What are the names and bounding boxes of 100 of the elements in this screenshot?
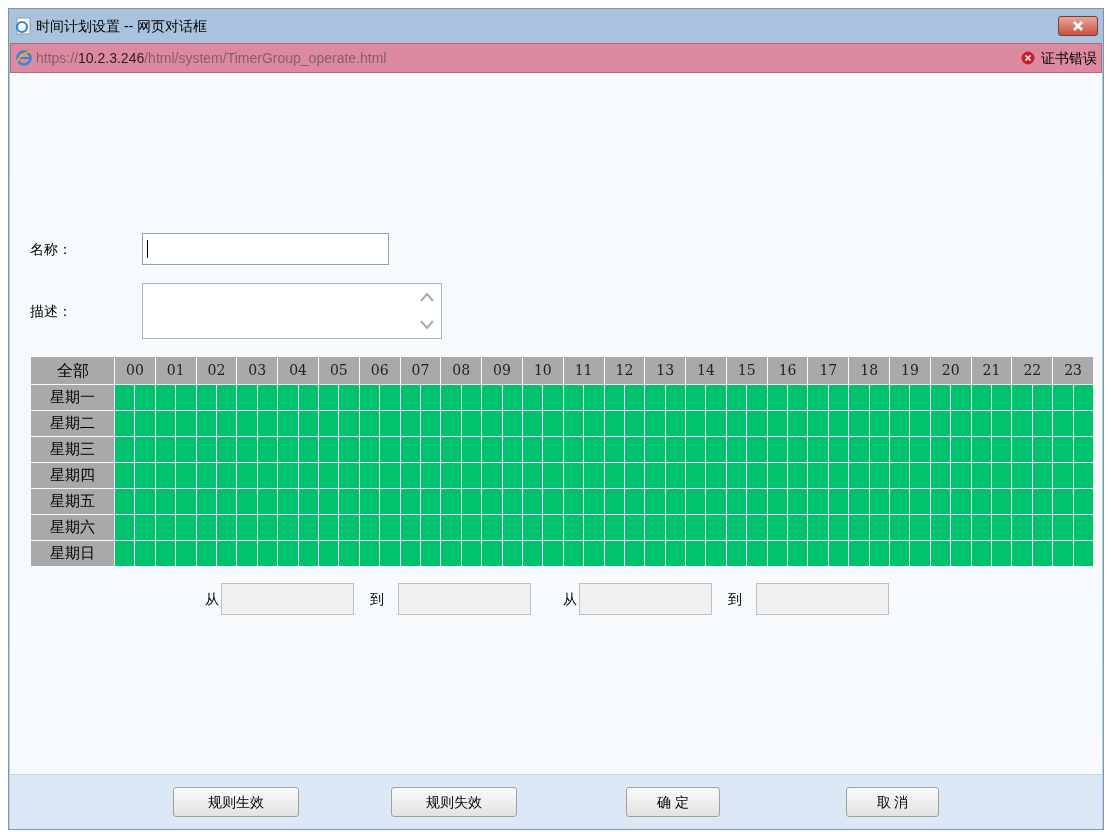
hour-header[interactable]: 02 bbox=[196, 357, 237, 384]
time-slot[interactable] bbox=[563, 463, 584, 488]
time-slot[interactable] bbox=[216, 541, 237, 566]
time-slot[interactable] bbox=[400, 463, 420, 488]
time-slot[interactable] bbox=[563, 437, 584, 462]
time-slot[interactable] bbox=[115, 515, 135, 540]
time-slot[interactable] bbox=[624, 463, 645, 488]
time-slot[interactable] bbox=[359, 463, 380, 488]
select-all-header[interactable]: 全部 bbox=[31, 357, 114, 384]
time-slot[interactable] bbox=[726, 437, 747, 462]
time-slot[interactable] bbox=[115, 411, 135, 436]
time-slot[interactable] bbox=[502, 489, 522, 514]
time-slot[interactable] bbox=[890, 489, 910, 514]
time-slot[interactable] bbox=[788, 463, 808, 488]
time-slot[interactable] bbox=[216, 411, 237, 436]
time-slot[interactable] bbox=[726, 541, 747, 566]
time-slot[interactable] bbox=[726, 515, 747, 540]
time-slot[interactable] bbox=[115, 463, 135, 488]
hour-header[interactable]: 11 bbox=[563, 357, 604, 384]
time-slot[interactable] bbox=[1073, 411, 1093, 436]
time-slot[interactable] bbox=[257, 463, 278, 488]
time-slot[interactable] bbox=[257, 385, 278, 410]
time-slot[interactable] bbox=[828, 463, 849, 488]
hour-header[interactable]: 06 bbox=[359, 357, 400, 384]
time-slot[interactable] bbox=[400, 515, 420, 540]
time-slot[interactable] bbox=[522, 437, 543, 462]
time-slot[interactable] bbox=[828, 541, 849, 566]
time-slot[interactable] bbox=[359, 411, 380, 436]
time-slot[interactable] bbox=[624, 437, 645, 462]
time-slot[interactable] bbox=[767, 515, 788, 540]
time-slot[interactable] bbox=[890, 541, 910, 566]
time-slot[interactable] bbox=[216, 515, 237, 540]
time-slot[interactable] bbox=[216, 385, 237, 410]
time-slot[interactable] bbox=[420, 463, 441, 488]
hour-header[interactable]: 07 bbox=[400, 357, 441, 384]
time-slot[interactable] bbox=[461, 541, 482, 566]
time-slot[interactable] bbox=[726, 489, 747, 514]
time-slot[interactable] bbox=[502, 411, 522, 436]
hour-header[interactable]: 12 bbox=[604, 357, 645, 384]
hour-header[interactable]: 21 bbox=[971, 357, 1012, 384]
time-slot[interactable] bbox=[992, 385, 1012, 410]
time-slot[interactable] bbox=[318, 515, 339, 540]
hour-header[interactable]: 16 bbox=[767, 357, 808, 384]
close-button[interactable] bbox=[1058, 16, 1098, 36]
time-slot[interactable] bbox=[869, 437, 890, 462]
time-slot[interactable] bbox=[298, 463, 318, 488]
time-slot[interactable] bbox=[1032, 463, 1053, 488]
time-slot[interactable] bbox=[461, 463, 482, 488]
time-slot[interactable] bbox=[869, 515, 890, 540]
time-slot[interactable] bbox=[1032, 541, 1053, 566]
time-slot[interactable] bbox=[788, 411, 808, 436]
time-slot[interactable] bbox=[1032, 385, 1053, 410]
time-slot[interactable] bbox=[767, 463, 788, 488]
name-field[interactable] bbox=[142, 233, 389, 265]
time-slot[interactable] bbox=[992, 463, 1012, 488]
time-slot[interactable] bbox=[992, 437, 1012, 462]
time-slot[interactable] bbox=[522, 463, 543, 488]
hour-header[interactable]: 14 bbox=[686, 357, 726, 384]
time-slot[interactable] bbox=[869, 489, 890, 514]
time-slot[interactable] bbox=[1032, 489, 1053, 514]
hour-header[interactable]: 08 bbox=[441, 357, 482, 384]
time-slot[interactable] bbox=[400, 437, 420, 462]
time-slot[interactable] bbox=[196, 515, 216, 540]
time-slot[interactable] bbox=[686, 489, 706, 514]
time-slot[interactable] bbox=[971, 489, 991, 514]
time-slot[interactable] bbox=[767, 437, 788, 462]
time-slot[interactable] bbox=[216, 489, 237, 514]
time-slot[interactable] bbox=[522, 541, 543, 566]
time-slot[interactable] bbox=[665, 385, 686, 410]
time-slot[interactable] bbox=[686, 437, 706, 462]
time-slot[interactable] bbox=[890, 437, 910, 462]
time-slot[interactable] bbox=[420, 541, 441, 566]
time-slot[interactable] bbox=[767, 385, 788, 410]
time-slot[interactable] bbox=[604, 437, 624, 462]
action-button[interactable]: 规则生效 bbox=[173, 787, 299, 817]
time-slot[interactable] bbox=[400, 411, 420, 436]
time-slot[interactable] bbox=[624, 411, 645, 436]
time-slot[interactable] bbox=[502, 515, 522, 540]
time-slot[interactable] bbox=[1032, 437, 1053, 462]
time-slot[interactable] bbox=[298, 515, 318, 540]
time-slot[interactable] bbox=[318, 411, 339, 436]
time-slot[interactable] bbox=[828, 385, 849, 410]
time-slot[interactable] bbox=[196, 411, 216, 436]
time-slot[interactable] bbox=[971, 463, 991, 488]
time-slot[interactable] bbox=[155, 411, 176, 436]
time-slot[interactable] bbox=[115, 541, 135, 566]
time-slot[interactable] bbox=[992, 489, 1012, 514]
time-slot[interactable] bbox=[359, 489, 380, 514]
time-slot[interactable] bbox=[1032, 515, 1053, 540]
time-slot[interactable] bbox=[1073, 489, 1093, 514]
time-slot[interactable] bbox=[461, 437, 482, 462]
day-header[interactable]: 星期日 bbox=[31, 541, 114, 566]
action-button[interactable]: 确 定 bbox=[626, 787, 720, 817]
time-slot[interactable] bbox=[196, 437, 216, 462]
time-slot[interactable] bbox=[420, 437, 441, 462]
time-slot[interactable] bbox=[461, 385, 482, 410]
time-slot[interactable] bbox=[665, 463, 686, 488]
day-header[interactable]: 星期四 bbox=[31, 463, 114, 488]
hour-header[interactable]: 04 bbox=[278, 357, 318, 384]
hour-header[interactable]: 19 bbox=[890, 357, 930, 384]
